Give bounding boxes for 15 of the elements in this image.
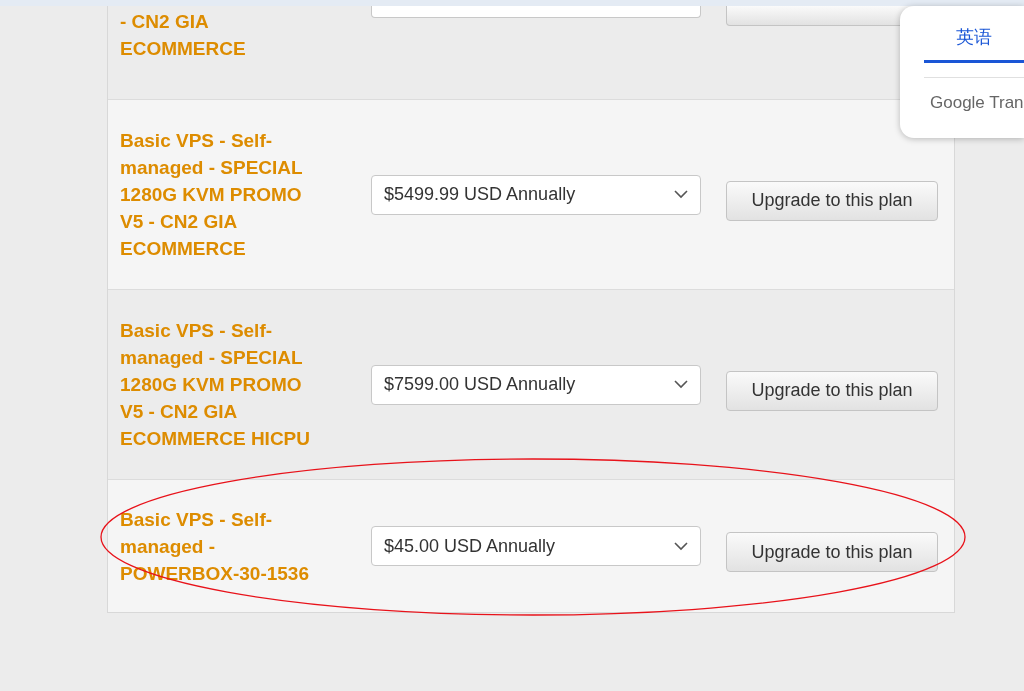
plan-name: Basic VPS - Self-managed - SPECIAL 1280G KVM PROMO V5 - CN2 GIA ECOMMERCE HICPU [120,319,311,451]
chevron-down-icon [674,380,688,389]
upgrade-button[interactable]: Upgrade to this plan [726,370,938,411]
upgrade-button[interactable]: Upgrade to this plan [726,180,938,221]
plan-name: Basic VPS - Self-managed - SPECIAL 1280G KVM PROMO V5 - CN2 GIA ECOMMERCE [120,129,304,261]
chevron-down-icon [674,541,688,551]
upgrade-button[interactable]: Upgrade to this plan [726,532,938,572]
brand-label: Google Tran [930,93,1024,113]
plan-name: - CN2 GIA ECOMMERCE [120,10,247,61]
language-tab[interactable]: 英语 [924,17,1024,63]
price-dropdown[interactable] [371,6,701,18]
chevron-down-icon [674,190,688,199]
price-dropdown[interactable]: $45.00 USD Annually [371,526,701,566]
price-dropdown[interactable]: $5499.99 USD Annually [371,174,701,215]
price-dropdown[interactable]: $7599.00 USD Annually [371,364,701,405]
